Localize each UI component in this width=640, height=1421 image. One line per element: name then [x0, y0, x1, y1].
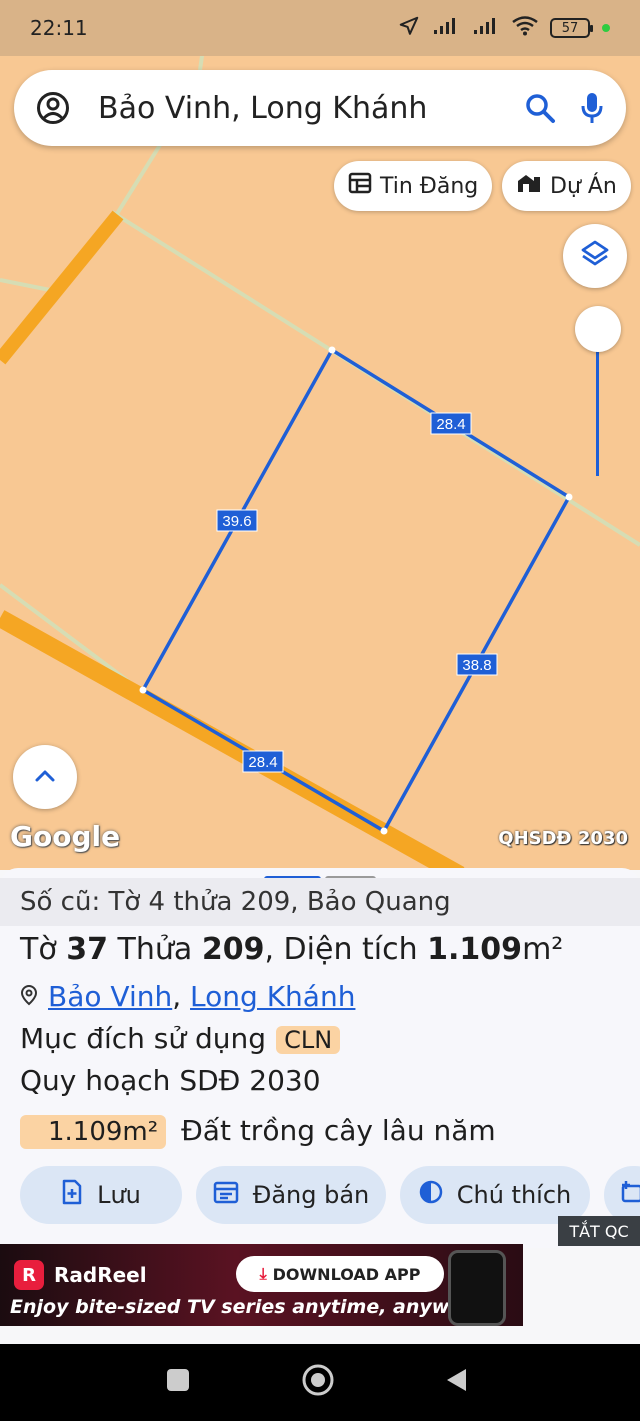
old-parcel-info: Số cũ: Tờ 4 thửa 209, Bảo Quang — [0, 878, 640, 926]
layers-button[interactable] — [563, 224, 627, 288]
ward-link[interactable]: Bảo Vinh — [48, 980, 172, 1013]
ad-download-button[interactable]: ⤓ DOWNLOAD APP — [236, 1256, 444, 1292]
svg-text:39.6: 39.6 — [222, 513, 251, 530]
map-layer-label: QHSDĐ 2030 — [498, 828, 628, 849]
status-bar: 22:11 57 — [0, 0, 640, 56]
svg-text:28.4: 28.4 — [248, 754, 277, 771]
purpose-label: Mục đích sử dụng — [20, 1022, 267, 1055]
ad-banner[interactable]: R RadReel ⤓ DOWNLOAD APP Enjoy bite-size… — [0, 1244, 523, 1326]
parcel-vertex — [380, 827, 388, 835]
plan-detail: 1.109m² Đất trồng cây lâu năm — [20, 1114, 496, 1149]
google-logo: Google — [10, 820, 121, 853]
building-icon — [516, 172, 542, 200]
signal-icon — [472, 16, 500, 40]
legend-label: Chú thích — [456, 1181, 572, 1209]
ad-phone-image — [448, 1250, 506, 1326]
chevron-up-icon — [34, 768, 56, 787]
parcel-title: Tờ 37 Thửa 209, Diện tích 1.109m² — [20, 932, 564, 967]
add-file-icon — [61, 1179, 83, 1211]
plan-area-badge: 1.109m² — [20, 1115, 167, 1149]
privacy-indicator-dot — [602, 24, 610, 32]
area-value: 1.109 — [427, 932, 523, 967]
download-icon: ⤓ — [259, 1264, 267, 1283]
microphone-icon[interactable] — [580, 91, 604, 125]
edge-label-left: 39.6 — [216, 509, 258, 532]
calendar-icon — [213, 1180, 239, 1210]
edge-label-bottom: 28.4 — [242, 750, 284, 773]
svg-text:38.8: 38.8 — [462, 657, 491, 674]
edge-label-top: 28.4 — [430, 412, 472, 435]
circle-icon — [301, 1363, 335, 1401]
post-sale-label: Đăng bán — [252, 1181, 370, 1209]
triangle-back-icon — [444, 1367, 468, 1397]
map-road-major — [0, 210, 124, 365]
radreel-logo-icon: R — [14, 1260, 44, 1290]
plan-label: Quy hoạch SDĐ 2030 — [20, 1064, 321, 1097]
edge-label-right: 38.8 — [456, 653, 498, 676]
parcel-location: Bảo Vinh, Long Khánh — [20, 980, 355, 1013]
search-input[interactable]: Bảo Vinh, Long Khánh — [98, 91, 524, 126]
tin-dang-label: Tin Đăng — [380, 173, 479, 199]
save-button[interactable]: Lưu — [20, 1166, 182, 1224]
city-link[interactable]: Long Khánh — [190, 980, 355, 1013]
recents-button[interactable] — [158, 1362, 198, 1402]
signal-icon — [432, 16, 460, 40]
search-bar[interactable]: Bảo Vinh, Long Khánh — [14, 70, 626, 146]
ad-brand: R RadReel — [14, 1260, 147, 1290]
thua-label: Thửa — [117, 932, 193, 967]
parcel-vertex — [328, 346, 336, 354]
location-pin-icon — [20, 980, 38, 1013]
parcel-vertex — [139, 686, 147, 694]
home-button[interactable] — [298, 1362, 338, 1402]
add-photo-icon — [620, 1180, 640, 1210]
expand-sheet-button[interactable] — [13, 745, 77, 809]
save-label: Lưu — [97, 1181, 141, 1209]
parcel-vertex — [565, 493, 573, 501]
back-button[interactable] — [436, 1362, 476, 1402]
post-sale-button[interactable]: Đăng bán — [196, 1166, 386, 1224]
parcel-boundary[interactable] — [140, 347, 572, 834]
ad-cta-label: DOWNLOAD APP — [272, 1264, 421, 1284]
to-label: Tờ — [20, 932, 57, 967]
du-an-label: Dự Án — [550, 173, 617, 199]
status-time: 22:11 — [30, 16, 88, 40]
wifi-icon — [512, 16, 538, 40]
thua-value: 209 — [201, 932, 265, 967]
location-arrow-icon — [398, 15, 420, 41]
tin-dang-button[interactable]: Tin Đăng — [334, 161, 493, 211]
contrast-icon — [419, 1180, 443, 1210]
svg-text:28.4: 28.4 — [436, 416, 465, 433]
system-nav-bar — [0, 1344, 640, 1421]
hide-ads-button[interactable]: TẮT QC — [558, 1216, 640, 1246]
plan-description: Đất trồng cây lâu năm — [181, 1114, 496, 1147]
account-icon[interactable] — [36, 91, 70, 125]
map-road-minor — [0, 278, 51, 292]
layers-icon — [580, 239, 610, 273]
to-value: 37 — [66, 932, 108, 967]
map-road-minor — [108, 143, 162, 227]
opacity-slider-thumb[interactable] — [575, 306, 621, 352]
purpose-code-badge: CLN — [276, 1026, 341, 1054]
land-use-purpose: Mục đích sử dụng CLN — [20, 1022, 341, 1055]
dien-tich-label: Diện tích — [283, 932, 418, 967]
search-icon[interactable] — [524, 92, 556, 124]
square-icon — [166, 1368, 190, 1396]
ad-brand-name: RadReel — [54, 1263, 147, 1287]
map-view[interactable]: 28.4 39.6 38.8 28.4 22:11 57 Bảo Vinh, L… — [0, 0, 640, 870]
battery-icon: 57 — [550, 18, 593, 38]
location-separator: , — [172, 980, 182, 1013]
ad-tagline: Enjoy bite-sized TV series anytime, anyw… — [10, 1296, 507, 1318]
area-unit: m² — [522, 932, 564, 967]
du-an-button[interactable]: Dự Án — [502, 161, 631, 211]
table-icon — [348, 172, 372, 200]
